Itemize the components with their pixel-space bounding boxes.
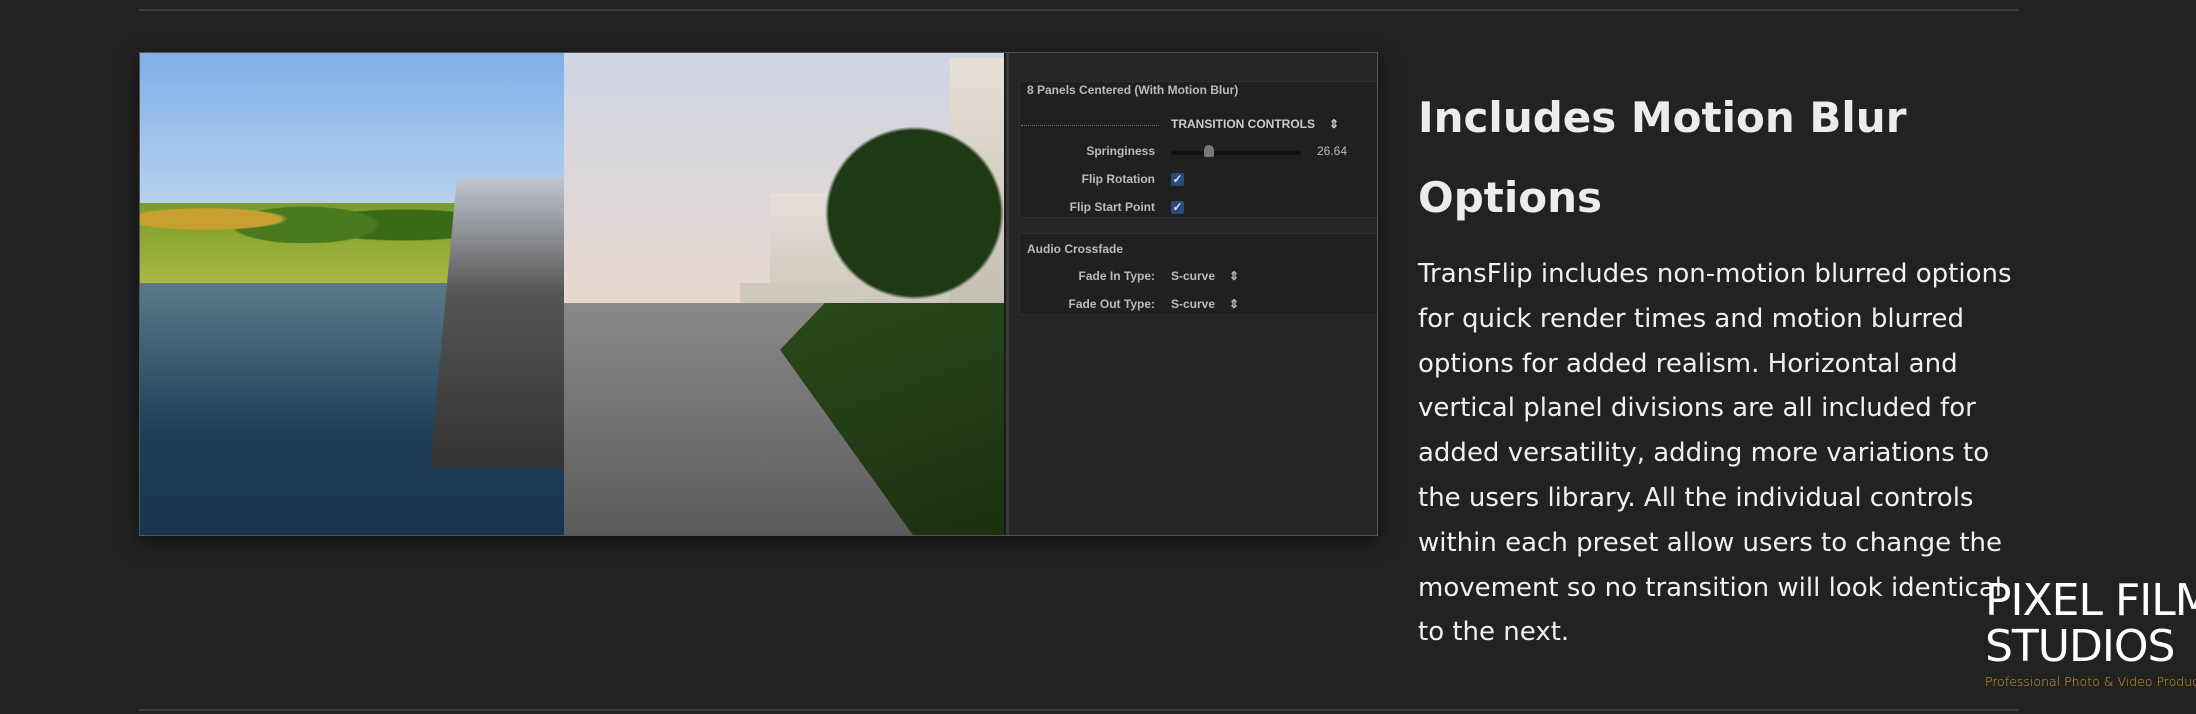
springiness-slider[interactable] — [1171, 145, 1301, 157]
fade-out-label: Fade Out Type: — [1068, 297, 1155, 311]
springiness-label: Springiness — [1086, 144, 1155, 158]
audio-crossfade-title: Audio Crossfade — [1027, 242, 1124, 256]
flip-rotation-label: Flip Rotation — [1081, 172, 1155, 186]
top-divider — [139, 9, 2019, 11]
section-dropdown-label: TRANSITION CONTROLS — [1171, 117, 1315, 131]
stepper-icon: ⇕ — [1229, 297, 1240, 311]
fade-in-value: S-curve — [1171, 269, 1216, 283]
section-body: TransFlip includes non-motion blurred op… — [1418, 259, 2012, 648]
stepper-icon: ⇕ — [1229, 269, 1240, 283]
transition-preview-image — [140, 53, 1004, 535]
section-heading: Includes Motion Blur Options — [1418, 93, 1907, 222]
flip-start-point-label: Flip Start Point — [1069, 200, 1155, 214]
preset-title: 8 Panels Centered (With Motion Blur) — [1027, 83, 1239, 97]
inspector-panel: 8 Panels Centered (With Motion Blur) TRA… — [1006, 53, 1377, 535]
product-screenshot: 8 Panels Centered (With Motion Blur) TRA… — [139, 52, 1378, 536]
bottom-divider — [139, 709, 2019, 711]
flip-start-point-checkbox[interactable]: ✓ — [1171, 201, 1184, 214]
fade-in-select[interactable]: S-curve ⇕ — [1171, 269, 1239, 283]
springiness-value[interactable]: 26.64 — [1317, 144, 1347, 158]
slider-thumb[interactable] — [1204, 145, 1214, 157]
logo-line-1: PIXEL FILM — [1985, 575, 2196, 626]
section-dropdown[interactable]: TRANSITION CONTROLS ⇕ — [1171, 117, 1339, 131]
fade-in-label: Fade In Type: — [1078, 269, 1155, 283]
pixel-film-studios-logo: PIXEL FILM STUDIOS Professional Photo & … — [1985, 575, 2196, 690]
fade-out-value: S-curve — [1171, 297, 1216, 311]
flip-rotation-checkbox[interactable]: ✓ — [1171, 173, 1184, 186]
logo-tagline: Professional Photo & Video Production — [1985, 674, 2196, 689]
fade-out-select[interactable]: S-curve ⇕ — [1171, 297, 1239, 311]
logo-line-2: STUDIOS — [1985, 621, 2175, 672]
stepper-icon: ⇕ — [1329, 117, 1340, 131]
